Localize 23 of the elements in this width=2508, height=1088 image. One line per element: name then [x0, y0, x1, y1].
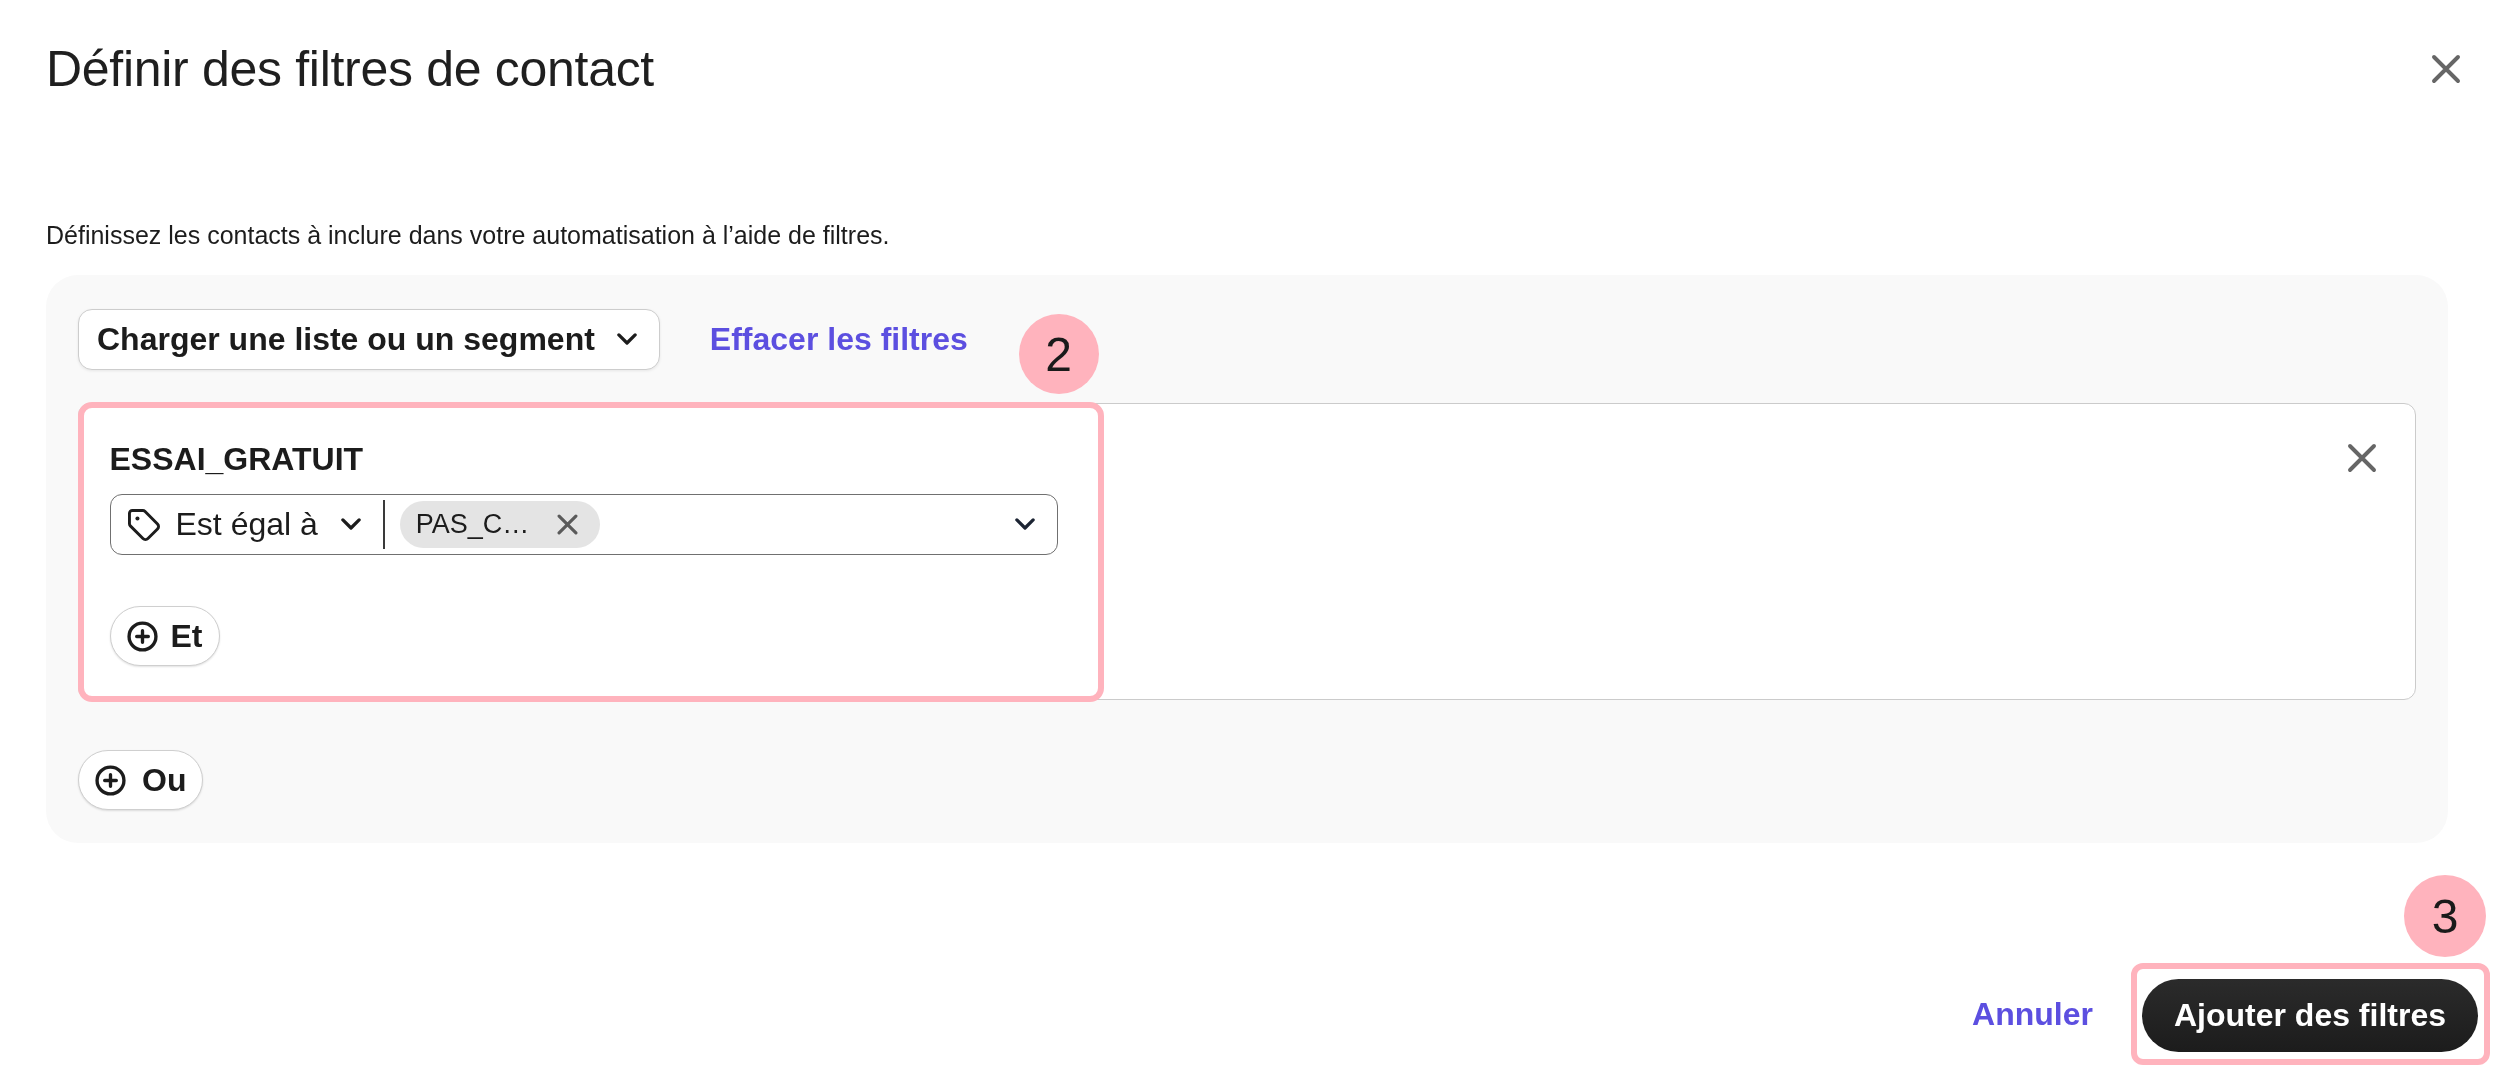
close-icon[interactable]	[2431, 54, 2461, 84]
field-label: ESSAI_GRATUIT	[109, 440, 365, 478]
chevron-down-icon	[340, 518, 361, 531]
condition-select-field[interactable]: Est égal à PAS_C…	[109, 494, 1058, 555]
add-or-button[interactable]: Ou	[78, 750, 204, 810]
operator-dropdown[interactable]: Est égal à	[127, 506, 361, 543]
dialog-title: Définir des filtres de contact	[46, 40, 654, 99]
cancel-link[interactable]: Annuler	[1972, 995, 2093, 1033]
add-filters-button[interactable]: Ajouter des filtres	[2141, 979, 2478, 1052]
close-icon[interactable]	[557, 514, 579, 535]
step-badge: 2	[1018, 314, 1099, 394]
plus-circle-icon	[126, 620, 158, 652]
chip-label: PAS_C…	[415, 509, 530, 540]
add-and-button[interactable]: Et	[109, 606, 220, 666]
tag-icon	[127, 508, 160, 541]
chevron-down-icon	[616, 333, 637, 346]
close-icon[interactable]	[2346, 442, 2377, 473]
clear-filters-link[interactable]: Effacer les filtres	[709, 321, 968, 358]
step-badge: 3	[2404, 875, 2486, 957]
chevron-down-icon[interactable]	[1014, 518, 1035, 531]
dialog-description: Définissez les contacts à inclure dans votre automatisation à l’aide de filtres.	[46, 220, 891, 250]
list-segment-dropdown[interactable]: Charger une liste ou un segment	[78, 309, 660, 370]
plus-circle-icon	[95, 764, 126, 796]
